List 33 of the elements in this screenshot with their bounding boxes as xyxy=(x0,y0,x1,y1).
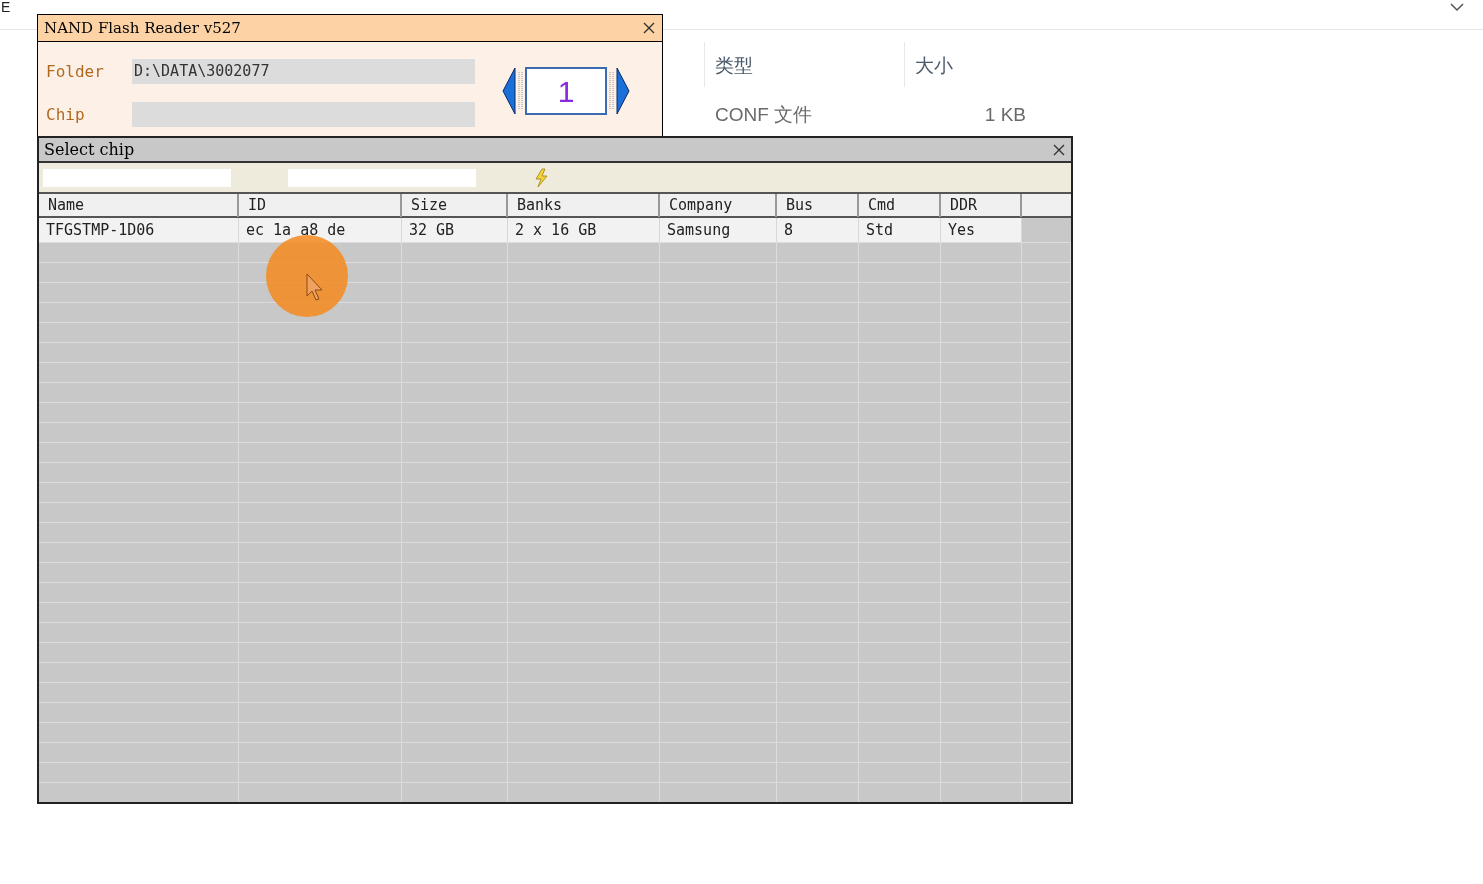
page-number-field[interactable]: 1 xyxy=(525,67,607,115)
field-label: Chip xyxy=(46,103,86,126)
id-filter-field[interactable] xyxy=(288,168,476,187)
column-header[interactable]: Bus xyxy=(777,194,859,217)
table-cell: Std xyxy=(859,218,941,242)
table-cell: Samsung xyxy=(660,218,777,242)
window-title: Select chip xyxy=(44,138,135,161)
column-header[interactable]: DDR xyxy=(941,194,1022,217)
field-label: Folder xyxy=(46,60,105,83)
name-filter-field[interactable] xyxy=(43,168,231,187)
column-header[interactable]: 大小 xyxy=(904,42,1104,87)
column-header[interactable]: Company xyxy=(660,194,777,217)
column-header[interactable]: Name xyxy=(39,194,239,217)
chip-field[interactable] xyxy=(132,102,475,127)
corner-text: E xyxy=(1,0,11,14)
next-arrow-icon[interactable] xyxy=(609,66,631,116)
column-header[interactable]: Cmd xyxy=(859,194,941,217)
table-cell: 32 GB xyxy=(402,218,508,242)
column-header[interactable]: Banks xyxy=(508,194,660,217)
folder-field[interactable]: D:\DATA\3002077 xyxy=(132,59,475,84)
column-header[interactable]: 类型 xyxy=(704,42,904,87)
file-type: CONF 文件 xyxy=(714,102,814,127)
close-icon[interactable] xyxy=(1052,142,1066,157)
close-icon[interactable] xyxy=(642,21,656,35)
file-size: 1 KB xyxy=(983,102,1026,127)
previous-arrow-icon[interactable] xyxy=(501,66,523,116)
table-cell: 2 x 16 GB xyxy=(508,218,660,242)
column-header[interactable]: Size xyxy=(402,194,508,217)
table-cell: TFGSTMP-1D06 xyxy=(39,218,239,242)
column-header[interactable]: ID xyxy=(239,194,402,217)
window-title: NAND Flash Reader v527 xyxy=(44,17,241,39)
chevron-down-icon[interactable] xyxy=(1450,2,1464,12)
table-cell: 8 xyxy=(777,218,859,242)
